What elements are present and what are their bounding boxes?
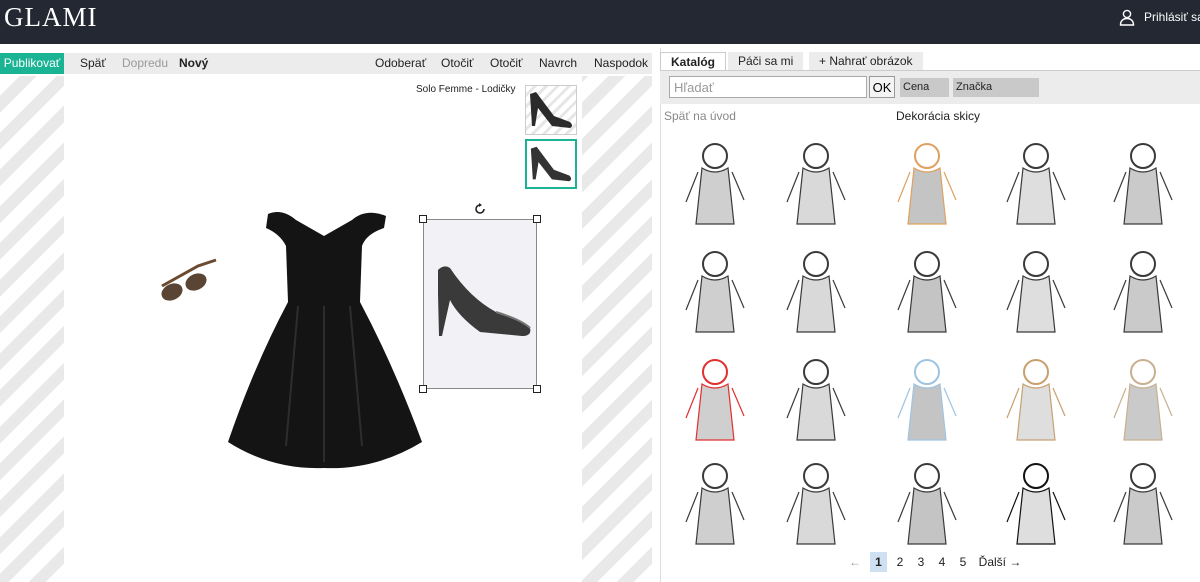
woman-leather-jacket-sketch[interactable] [672, 452, 758, 548]
pagination-page-2[interactable]: 2 [892, 552, 908, 572]
tab-upload-image[interactable]: + Nahrať obrázok [809, 52, 923, 70]
pagination-page-4[interactable]: 4 [934, 552, 950, 572]
publish-button[interactable]: Publikovať [0, 53, 64, 74]
bring-to-front-button[interactable]: Navrch [539, 53, 577, 74]
mother-child-sketch[interactable] [1100, 240, 1186, 336]
lips-print-sketch[interactable] [993, 452, 1079, 548]
woman-long-hair-sketch[interactable] [1100, 452, 1186, 548]
brand-filter-button[interactable]: Značka [953, 78, 1039, 97]
login-link[interactable]: Prihlásiť sa [1118, 8, 1200, 26]
woman-dress-sketch[interactable] [773, 132, 859, 228]
user-icon [1119, 9, 1135, 26]
city-castle-sketch[interactable] [993, 348, 1079, 444]
doves-rings-sketch[interactable] [773, 348, 859, 444]
woman-flower-hair-sketch[interactable] [1100, 132, 1186, 228]
resize-handle-bottom-left[interactable] [419, 385, 427, 393]
resize-handle-top-right[interactable] [533, 215, 541, 223]
selected-item-title: Solo Femme - Lodičky [416, 84, 516, 95]
pagination-page-3[interactable]: 3 [913, 552, 929, 572]
heel-shoe-icon [530, 146, 572, 182]
pagination-page-5[interactable]: 5 [955, 552, 971, 572]
new-button[interactable]: Nový [179, 53, 208, 74]
man-sunglasses-sketch[interactable] [773, 240, 859, 336]
fashion-girl-sketch[interactable] [672, 132, 758, 228]
curly-woman-sketch[interactable] [672, 240, 758, 336]
glass-slipper-sketch[interactable] [884, 348, 970, 444]
tab-catalog[interactable]: Katalóg [660, 52, 727, 70]
variant-thumb-transparent[interactable] [525, 139, 577, 189]
back-to-home-link[interactable]: Späť na úvod [664, 109, 736, 123]
london-skyline-sketch[interactable] [1100, 348, 1186, 444]
search-input[interactable] [669, 76, 867, 98]
woman-bob-hair-sketch[interactable] [884, 240, 970, 336]
editor-toolbar: Publikovať Späť Dopredu Nový Odoberať Ot… [0, 53, 652, 74]
top-header: GLAMI Prihlásiť sa [0, 0, 1200, 44]
pagination-page-1[interactable]: 1 [870, 552, 887, 572]
price-filter-button[interactable]: Cena [900, 78, 949, 97]
flip-vertical-button[interactable]: Otočiť [490, 53, 523, 74]
sunglasses-item[interactable] [158, 256, 220, 306]
remove-button[interactable]: Odoberať [375, 53, 426, 74]
black-dress-item[interactable] [226, 206, 422, 470]
resize-handle-bottom-right[interactable] [533, 385, 541, 393]
resize-handle-top-left[interactable] [419, 215, 427, 223]
search-ok-button[interactable]: OK [869, 76, 895, 98]
redo-button[interactable]: Dopredu [122, 53, 168, 74]
pinup-girl-sketch[interactable] [884, 132, 970, 228]
flip-horizontal-button[interactable]: Otočiť [441, 53, 474, 74]
undo-button[interactable]: Späť [80, 53, 106, 74]
woman-red-gown-sketch[interactable] [672, 348, 758, 444]
woman-fur-coat-sketch[interactable] [884, 452, 970, 548]
glami-logo[interactable]: GLAMI [4, 2, 98, 33]
tab-likes[interactable]: Páči sa mi [728, 52, 804, 70]
variant-thumb-original[interactable] [525, 85, 577, 135]
heel-shoe-item[interactable] [430, 264, 534, 342]
send-to-back-button[interactable]: Naspodok [594, 53, 648, 74]
login-label: Prihlásiť sa [1144, 10, 1200, 24]
selection-box[interactable] [423, 219, 537, 389]
man-guitar-sketch[interactable] [993, 240, 1079, 336]
blonde-woman-sketch[interactable] [773, 452, 859, 548]
pagination-next[interactable]: Ďalší → [976, 552, 1024, 572]
rotate-handle-icon[interactable] [474, 203, 486, 215]
woman-portrait-sketch[interactable] [993, 132, 1079, 228]
heel-shoe-icon [530, 92, 572, 128]
pagination-prev[interactable]: ← [848, 552, 862, 572]
section-title: Dekorácia skicy [896, 109, 981, 123]
